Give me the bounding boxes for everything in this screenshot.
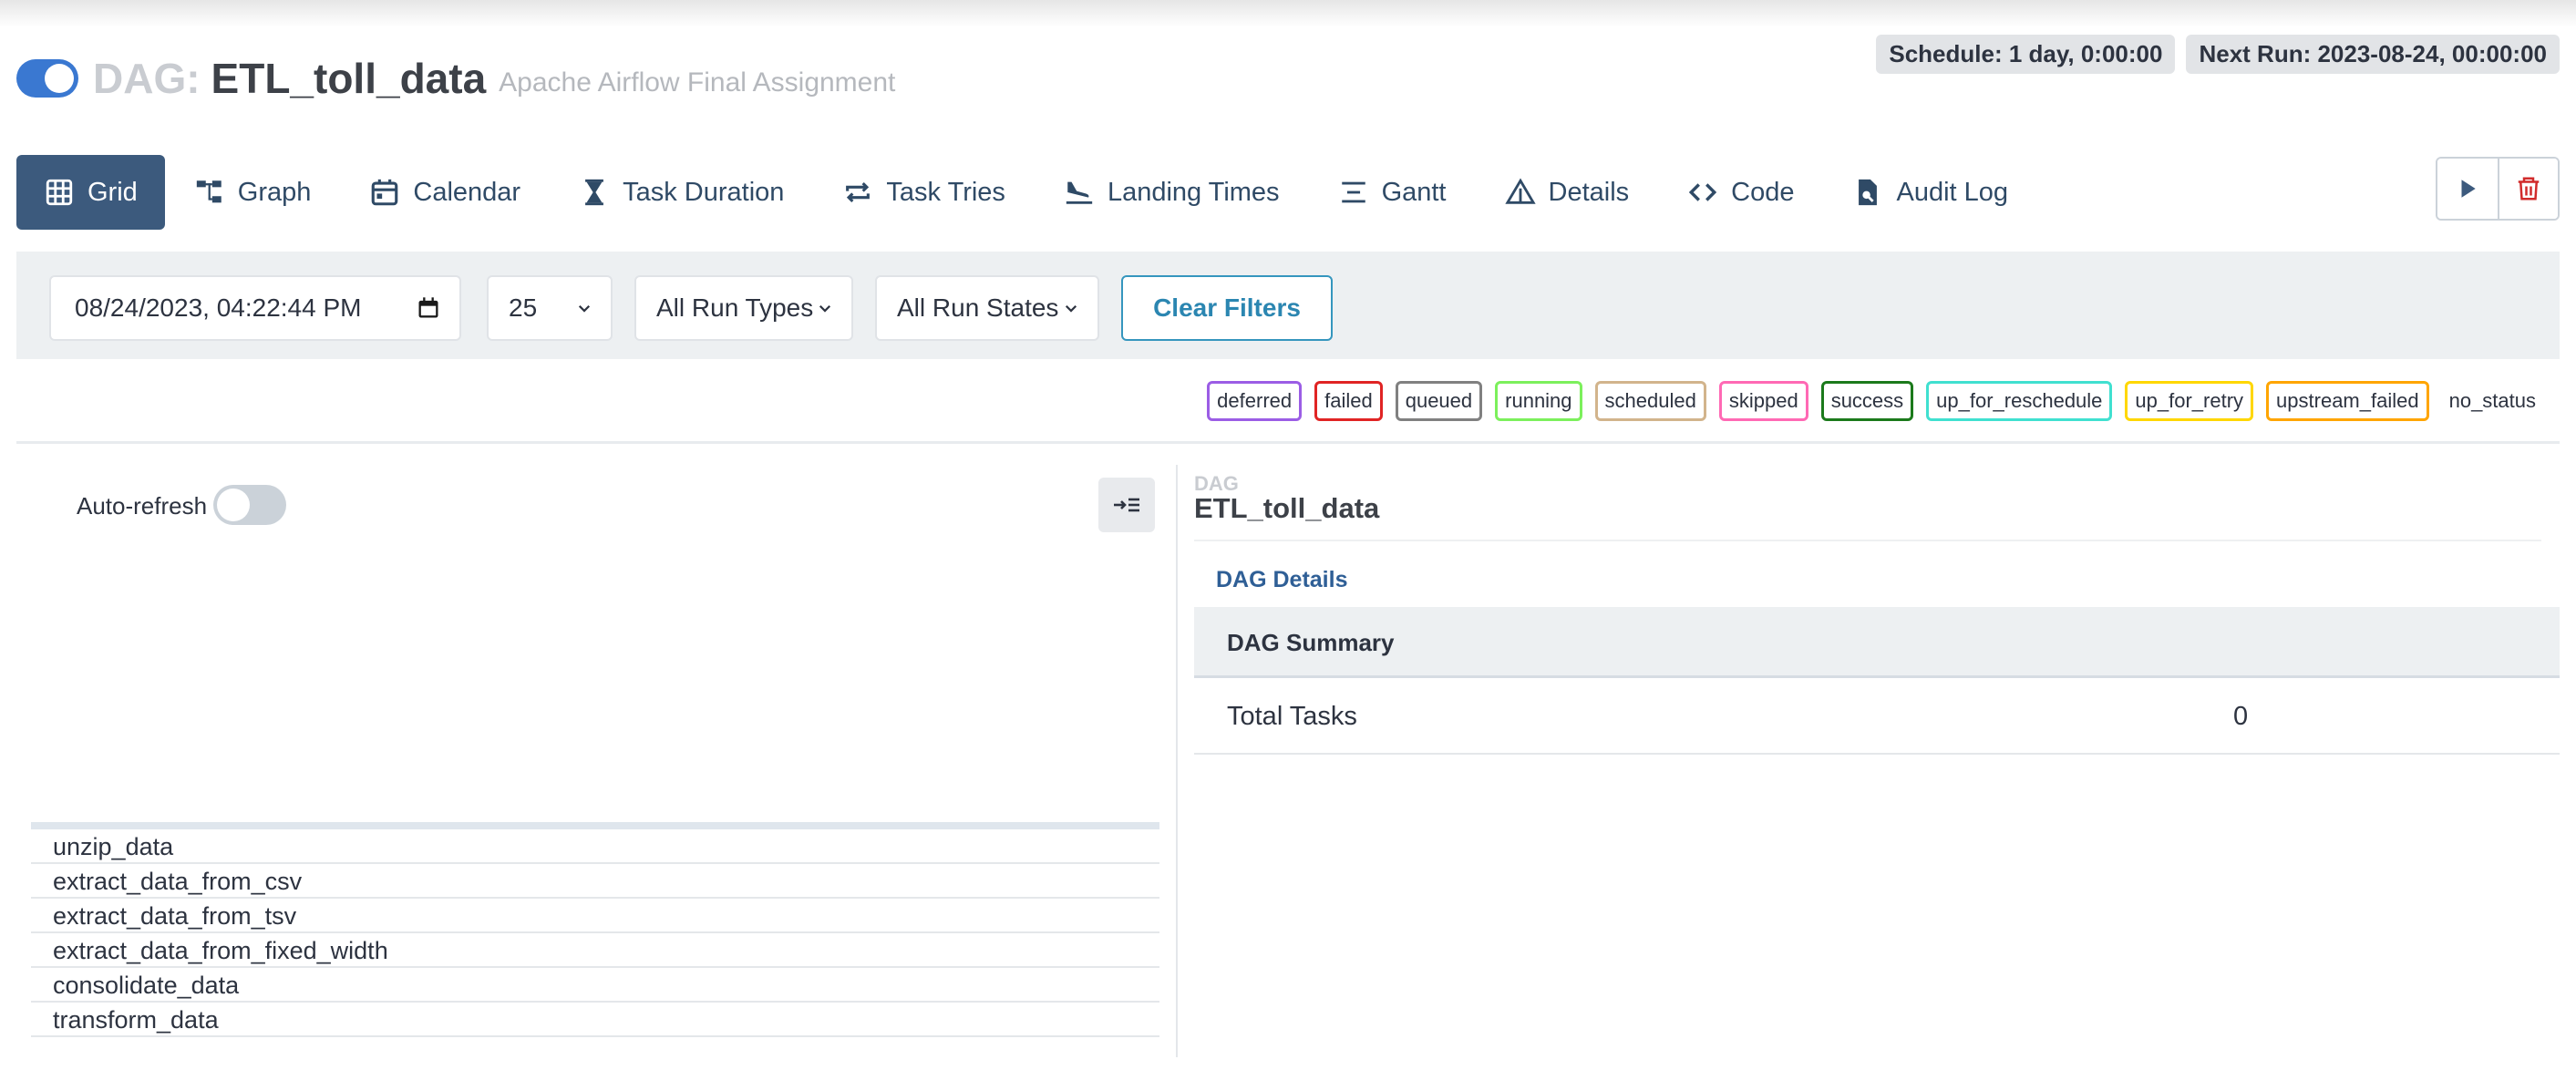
- legend-success[interactable]: success: [1820, 381, 1914, 421]
- toggle-knob: [217, 489, 250, 521]
- dag-summary-heading: DAG Summary: [1194, 607, 2560, 678]
- details-title: ETL_toll_data: [1194, 492, 1380, 524]
- play-icon: [2461, 180, 2476, 198]
- tab-label: Gantt: [1381, 177, 1447, 207]
- trigger-dag-button[interactable]: [2437, 159, 2498, 219]
- repeat-icon: [846, 181, 871, 203]
- grid-icon: [46, 179, 73, 206]
- plane-landing-icon: [1066, 181, 1093, 204]
- task-row-unzip-data[interactable]: unzip_data: [31, 829, 1159, 864]
- calendar-picker-icon[interactable]: [416, 295, 441, 321]
- legend-no-status[interactable]: no_status: [2441, 384, 2536, 418]
- clear-filters-button[interactable]: Clear Filters: [1121, 275, 1333, 341]
- run-state-value: All Run States: [897, 293, 1059, 322]
- tab-label: Graph: [237, 177, 312, 207]
- tab-label: Task Tries: [886, 177, 1005, 207]
- dag-pause-toggle[interactable]: [16, 59, 78, 98]
- collapse-arrow-icon: [1114, 498, 1139, 512]
- tab-details[interactable]: Details: [1476, 155, 1659, 230]
- tab-audit-log[interactable]: Audit Log: [1823, 155, 2037, 230]
- code-icon: [1689, 183, 1717, 201]
- tab-calendar[interactable]: Calendar: [340, 155, 550, 230]
- delete-dag-button[interactable]: [2498, 159, 2558, 219]
- auto-refresh-label: Auto-refresh: [77, 492, 208, 520]
- tab-label: Details: [1548, 177, 1630, 207]
- task-row-transform-data[interactable]: transform_data: [31, 1003, 1159, 1037]
- tab-label: Landing Times: [1107, 177, 1280, 207]
- filter-bar: 08/24/2023, 04:22:44 PM 25 All Run Types…: [16, 252, 2560, 359]
- task-list: unzip_data extract_data_from_csv extract…: [31, 829, 1159, 1037]
- divider: [16, 441, 2560, 444]
- gantt-icon: [1341, 181, 1365, 203]
- grid-header-bar: [31, 822, 1159, 829]
- chevron-down-icon: [578, 304, 591, 313]
- legend-skipped[interactable]: skipped: [1718, 381, 1808, 421]
- next-run-badge: Next Run: 2023-08-24, 00:00:00: [2186, 35, 2560, 74]
- dag-id-title: ETL_toll_data: [211, 55, 487, 102]
- num-runs-value: 25: [509, 293, 538, 322]
- tab-label: Audit Log: [1896, 177, 2009, 207]
- tab-task-duration[interactable]: Task Duration: [550, 155, 813, 230]
- warning-triangle-icon: [1504, 178, 1536, 204]
- tab-label: Grid: [88, 177, 138, 207]
- chevron-down-icon: [819, 304, 831, 313]
- tab-grid[interactable]: Grid: [16, 155, 165, 230]
- audit-file-icon: [1859, 179, 1878, 206]
- tab-gantt[interactable]: Gantt: [1309, 155, 1476, 230]
- top-shadow: [0, 0, 2576, 27]
- summary-value: 0: [2233, 702, 2249, 731]
- base-date-input[interactable]: 08/24/2023, 04:22:44 PM: [49, 275, 461, 341]
- legend-failed[interactable]: failed: [1314, 381, 1383, 421]
- legend-deferred[interactable]: deferred: [1207, 381, 1303, 421]
- tab-label: Code: [1731, 177, 1795, 207]
- task-row-extract-data-from-tsv[interactable]: extract_data_from_tsv: [31, 899, 1159, 933]
- legend-running[interactable]: running: [1495, 381, 1582, 421]
- task-row-extract-data-from-csv[interactable]: extract_data_from_csv: [31, 864, 1159, 899]
- graph-icon: [196, 180, 222, 203]
- run-type-value: All Run Types: [656, 293, 814, 322]
- toggle-knob: [45, 64, 74, 93]
- task-row-consolidate-data[interactable]: consolidate_data: [31, 968, 1159, 1003]
- divider: [1194, 540, 2541, 541]
- chevron-down-icon: [1065, 304, 1077, 313]
- run-state-select[interactable]: All Run States: [875, 275, 1099, 341]
- legend-upstream-failed[interactable]: upstream_failed: [2266, 381, 2429, 421]
- status-legend: deferred failed queued running scheduled…: [1207, 381, 2536, 421]
- legend-queued[interactable]: queued: [1395, 381, 1483, 421]
- auto-refresh-toggle[interactable]: [213, 485, 286, 525]
- view-nav: Grid Graph Calendar Task Duration Task T…: [16, 155, 2037, 230]
- tab-graph[interactable]: Graph: [165, 155, 341, 230]
- legend-up-for-reschedule[interactable]: up_for_reschedule: [1926, 381, 2113, 421]
- tab-code[interactable]: Code: [1658, 155, 1823, 230]
- tab-task-tries[interactable]: Task Tries: [813, 155, 1035, 230]
- tab-landing-times[interactable]: Landing Times: [1035, 155, 1309, 230]
- dag-actions: [2436, 157, 2560, 221]
- tab-label: Calendar: [413, 177, 521, 207]
- tab-dag-details[interactable]: DAG Details: [1216, 567, 1347, 593]
- dag-prefix-label: DAG:: [93, 55, 201, 102]
- num-runs-select[interactable]: 25: [487, 275, 613, 341]
- dag-description: Apache Airflow Final Assignment: [499, 67, 896, 98]
- hourglass-icon: [585, 179, 604, 206]
- dag-header: DAG: ETL_toll_data Apache Airflow Final …: [16, 51, 895, 106]
- trash-icon: [2518, 177, 2540, 201]
- legend-scheduled[interactable]: scheduled: [1594, 381, 1706, 421]
- summary-key: Total Tasks: [1227, 702, 1357, 731]
- task-row-extract-data-from-fixed-width[interactable]: extract_data_from_fixed_width: [31, 933, 1159, 968]
- calendar-icon: [372, 179, 398, 206]
- tab-label: Task Duration: [623, 177, 785, 207]
- schedule-badges: Schedule: 1 day, 0:00:00 Next Run: 2023-…: [1876, 35, 2560, 74]
- summary-row-total-tasks: Total Tasks 0: [1194, 682, 2560, 755]
- base-date-value: 08/24/2023, 04:22:44 PM: [75, 293, 362, 322]
- schedule-badge: Schedule: 1 day, 0:00:00: [1876, 35, 2176, 74]
- legend-up-for-retry[interactable]: up_for_retry: [2125, 381, 2254, 421]
- run-type-select[interactable]: All Run Types: [634, 275, 853, 341]
- collapse-details-button[interactable]: [1098, 478, 1155, 532]
- panel-separator[interactable]: [1176, 465, 1178, 1057]
